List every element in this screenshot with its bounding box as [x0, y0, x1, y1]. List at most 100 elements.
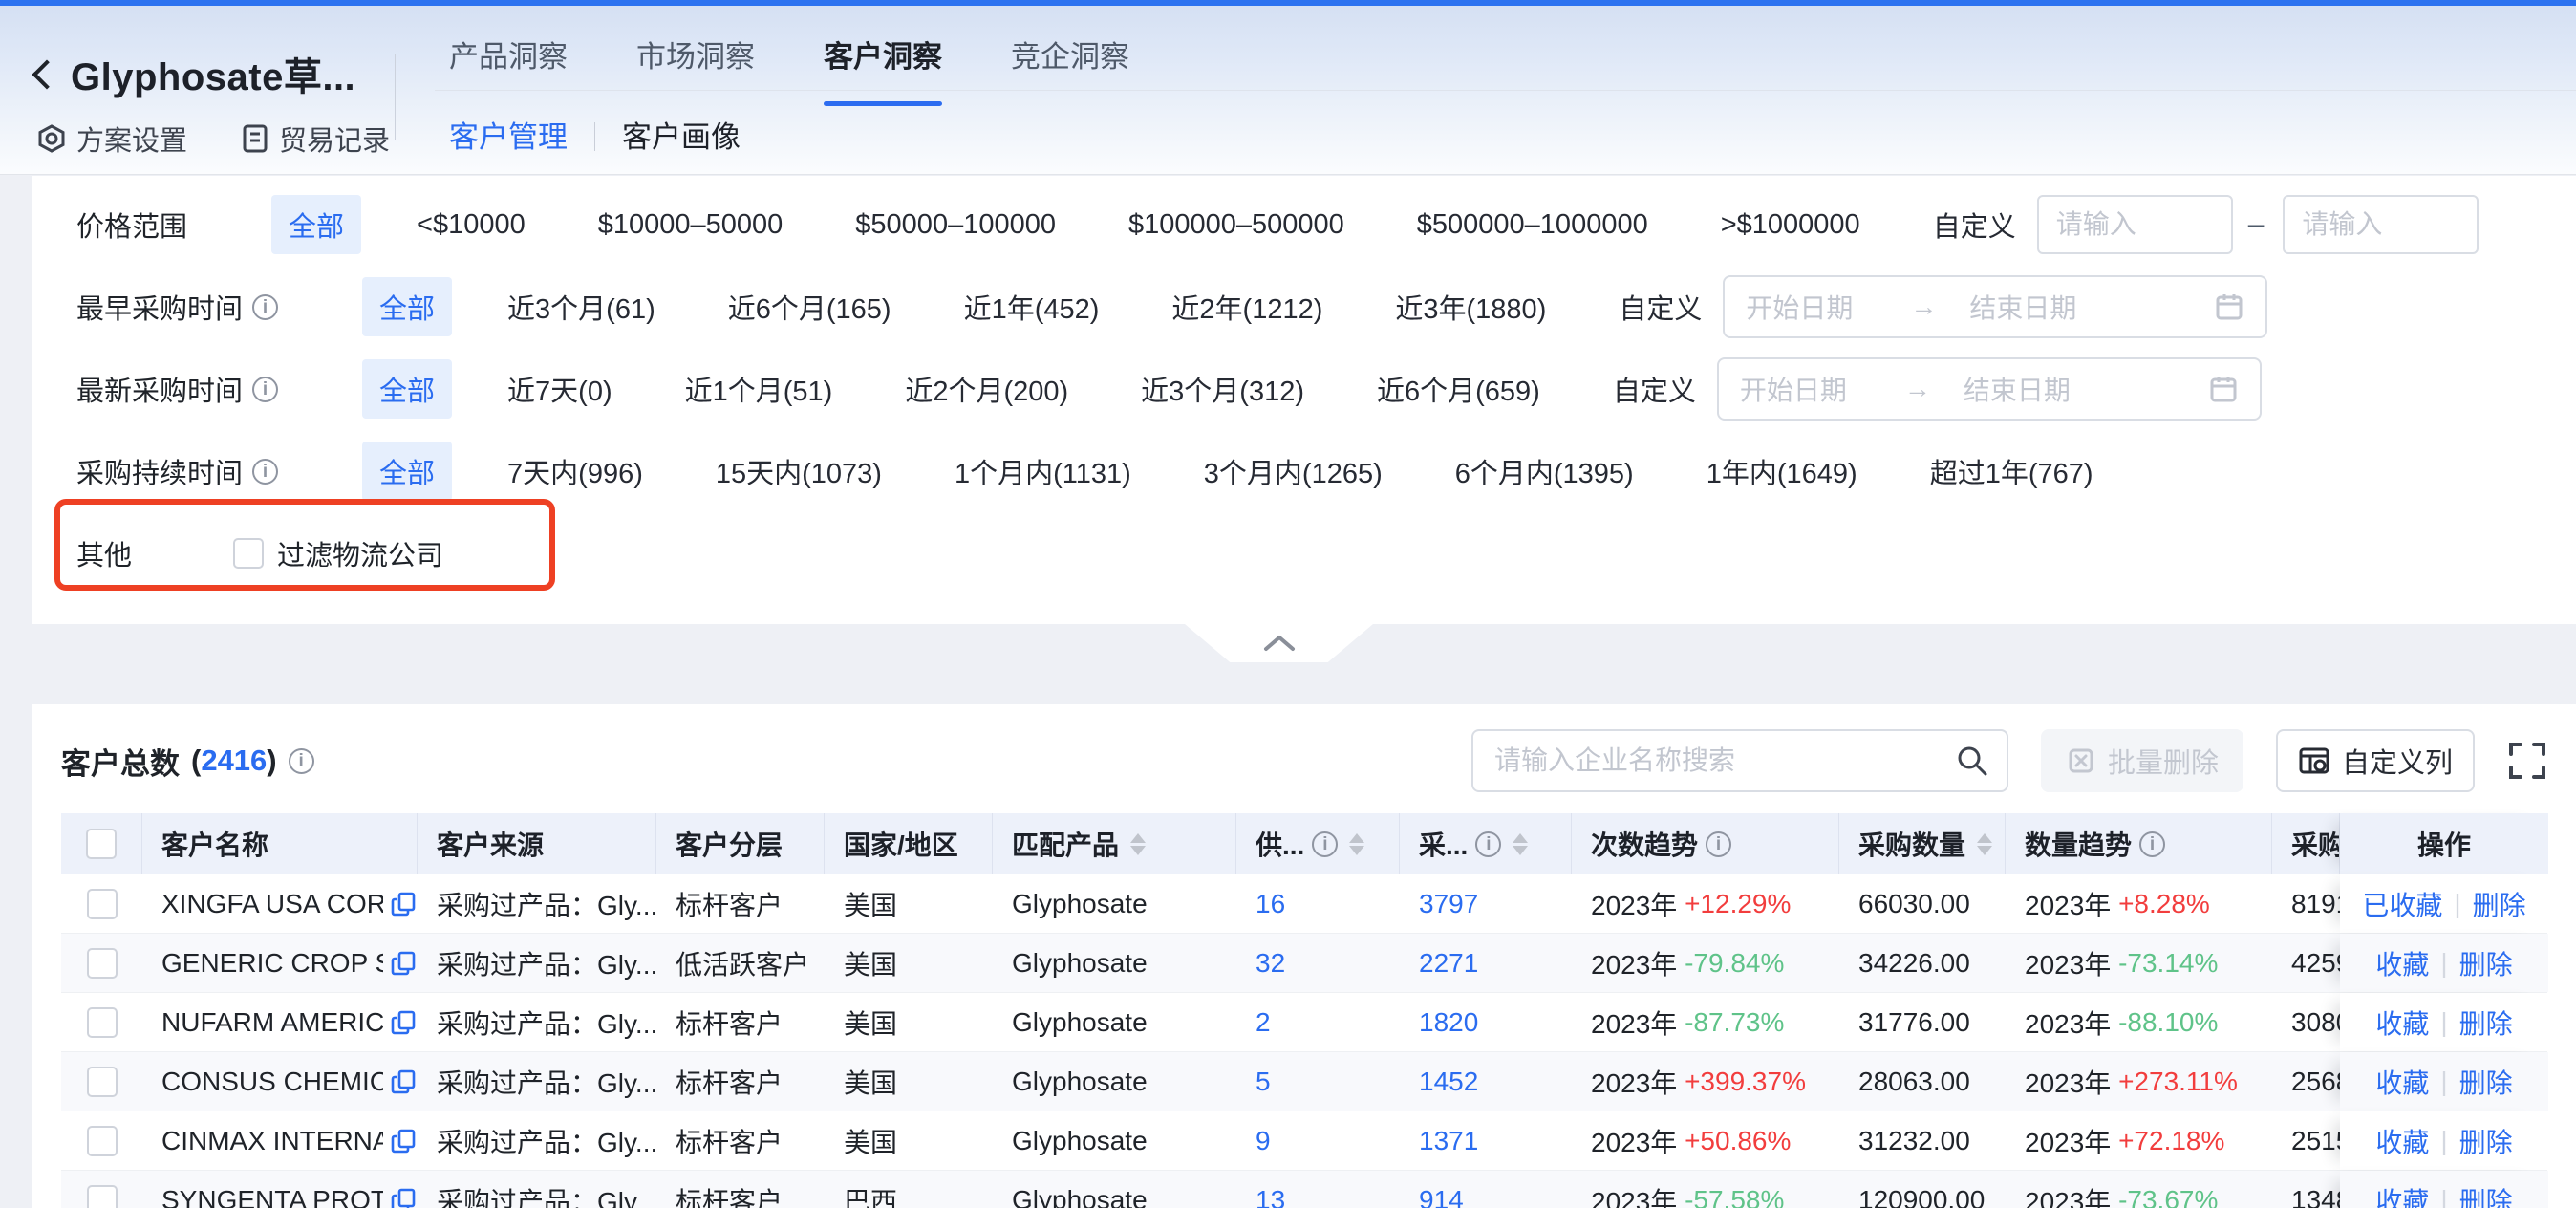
back-icon[interactable] [32, 59, 61, 89]
filter-option[interactable]: <$10000 [399, 200, 543, 250]
copy-icon[interactable] [391, 950, 418, 977]
sort-desc-icon[interactable] [1349, 846, 1364, 855]
suppliers-count-link[interactable]: 13 [1256, 1185, 1285, 1208]
filter-option[interactable]: 自定义 [1916, 195, 2033, 254]
search-icon[interactable] [1955, 744, 1989, 778]
row-checkbox[interactable] [87, 889, 118, 919]
delete-link[interactable]: 删除 [2459, 1003, 2513, 1042]
custom-max-input[interactable] [2283, 195, 2479, 254]
filter-option-selected[interactable]: 全部 [362, 359, 452, 419]
purchase-count-link[interactable]: 3797 [1419, 889, 1478, 919]
select-all-checkbox[interactable] [86, 829, 117, 859]
filter-option[interactable]: 近3年(1880) [1378, 277, 1563, 336]
quick-action-trade-records[interactable]: 贸易记录 [241, 119, 390, 159]
filter-option[interactable]: 1个月内(1131) [937, 442, 1148, 501]
collapse-filters-button[interactable] [1185, 624, 1373, 662]
sort-icons[interactable] [1349, 833, 1364, 855]
nav-tab-4[interactable]: 竞企洞察 [1011, 32, 1129, 106]
filter-option-selected[interactable]: 全部 [271, 195, 361, 254]
sort-icons[interactable] [1977, 833, 1992, 855]
copy-icon[interactable] [391, 891, 418, 917]
sub-tab-1[interactable]: 客户管理 [449, 113, 568, 181]
info-icon[interactable]: i [1475, 831, 1501, 857]
nav-tab-1[interactable]: 产品洞察 [449, 32, 568, 106]
custom-min-input[interactable] [2037, 195, 2233, 254]
filter-option[interactable]: 近7天(0) [490, 359, 630, 419]
row-checkbox[interactable] [87, 1185, 118, 1208]
purchase-count-link[interactable]: 2271 [1419, 948, 1478, 979]
copy-icon[interactable] [391, 1187, 418, 1208]
row-checkbox[interactable] [87, 1007, 118, 1038]
copy-icon[interactable] [391, 1009, 418, 1036]
suppliers-count-link[interactable]: 2 [1256, 1007, 1271, 1038]
filter-option[interactable]: 7天内(996) [490, 442, 660, 501]
sort-asc-icon[interactable] [1130, 833, 1146, 843]
batch-delete-button[interactable]: 批量删除 [2041, 729, 2243, 792]
row-checkbox[interactable] [87, 948, 118, 979]
copy-icon[interactable] [391, 1068, 418, 1095]
filter-option[interactable]: 自定义 [1601, 277, 1719, 336]
delete-link[interactable]: 删除 [2459, 1063, 2513, 1101]
info-icon[interactable]: i [2139, 831, 2165, 857]
info-icon[interactable]: i [1312, 831, 1338, 857]
copy-icon[interactable] [391, 1128, 418, 1154]
filter-option[interactable]: $50000–100000 [838, 200, 1073, 250]
nav-tab-3[interactable]: 客户洞察 [824, 32, 942, 106]
sort-asc-icon[interactable] [1349, 833, 1364, 843]
filter-option[interactable]: 3个月内(1265) [1187, 442, 1400, 501]
sort-desc-icon[interactable] [1130, 846, 1146, 855]
date-range-picker[interactable]: 开始日期→结束日期 [1717, 357, 2262, 421]
favorite-link[interactable]: 收藏 [2375, 944, 2429, 982]
filter-option-selected[interactable]: 全部 [362, 442, 452, 501]
filter-option[interactable]: $10000–50000 [581, 200, 801, 250]
filter-option[interactable]: 近6个月(165) [711, 277, 909, 336]
sort-asc-icon[interactable] [1513, 833, 1528, 843]
info-icon[interactable]: i [252, 294, 278, 320]
sort-desc-icon[interactable] [1513, 846, 1528, 855]
purchase-count-link[interactable]: 914 [1419, 1185, 1464, 1208]
filter-option[interactable]: 近1年(452) [947, 277, 1117, 336]
custom-columns-button[interactable]: 自定义列 [2276, 729, 2475, 792]
filter-option[interactable]: 近2个月(200) [888, 359, 1085, 419]
filter-option[interactable]: 近1个月(51) [668, 359, 850, 419]
filter-option[interactable]: 近3个月(312) [1124, 359, 1321, 419]
delete-link[interactable]: 删除 [2459, 944, 2513, 982]
purchase-count-link[interactable]: 1452 [1419, 1067, 1478, 1097]
filter-option[interactable]: $500000–1000000 [1400, 200, 1665, 250]
filter-option[interactable]: 超过1年(767) [1913, 442, 2111, 501]
fullscreen-icon[interactable] [2507, 741, 2547, 781]
delete-link[interactable]: 删除 [2473, 885, 2526, 923]
filter-option[interactable]: 近3个月(61) [490, 277, 673, 336]
favorite-link[interactable]: 收藏 [2375, 1003, 2429, 1042]
sub-tab-2[interactable]: 客户画像 [622, 113, 741, 181]
sort-asc-icon[interactable] [1977, 833, 1992, 843]
info-icon[interactable]: i [252, 377, 278, 402]
sort-icons[interactable] [1513, 833, 1528, 855]
filter-option[interactable]: 自定义 [1596, 359, 1713, 419]
filter-option[interactable]: 6个月内(1395) [1438, 442, 1651, 501]
suppliers-count-link[interactable]: 9 [1256, 1126, 1271, 1156]
row-checkbox[interactable] [87, 1067, 118, 1097]
suppliers-count-link[interactable]: 32 [1256, 948, 1285, 979]
filter-option[interactable]: 近6个月(659) [1360, 359, 1557, 419]
purchase-count-link[interactable]: 1820 [1419, 1007, 1478, 1038]
favorite-link[interactable]: 收藏 [2375, 1063, 2429, 1101]
delete-link[interactable]: 删除 [2459, 1122, 2513, 1160]
filter-option-selected[interactable]: 全部 [362, 277, 452, 336]
purchase-count-link[interactable]: 1371 [1419, 1126, 1478, 1156]
favorite-link[interactable]: 收藏 [2375, 1181, 2429, 1208]
filter-option[interactable]: >$1000000 [1704, 200, 1878, 250]
filter-option[interactable]: 近2年(1212) [1154, 277, 1340, 336]
search-input[interactable] [1471, 729, 2008, 792]
info-icon[interactable]: i [1706, 831, 1731, 857]
suppliers-count-link[interactable]: 16 [1256, 889, 1285, 919]
info-icon[interactable]: i [289, 748, 314, 774]
filter-option[interactable]: 15天内(1073) [698, 442, 899, 501]
nav-tab-2[interactable]: 市场洞察 [636, 32, 755, 106]
favorite-link[interactable]: 收藏 [2375, 1122, 2429, 1160]
quick-action-scheme-settings[interactable]: 方案设置 [36, 119, 187, 159]
filter-option[interactable]: $100000–500000 [1111, 200, 1362, 250]
suppliers-count-link[interactable]: 5 [1256, 1067, 1271, 1097]
sort-desc-icon[interactable] [1977, 846, 1992, 855]
delete-link[interactable]: 删除 [2459, 1181, 2513, 1208]
